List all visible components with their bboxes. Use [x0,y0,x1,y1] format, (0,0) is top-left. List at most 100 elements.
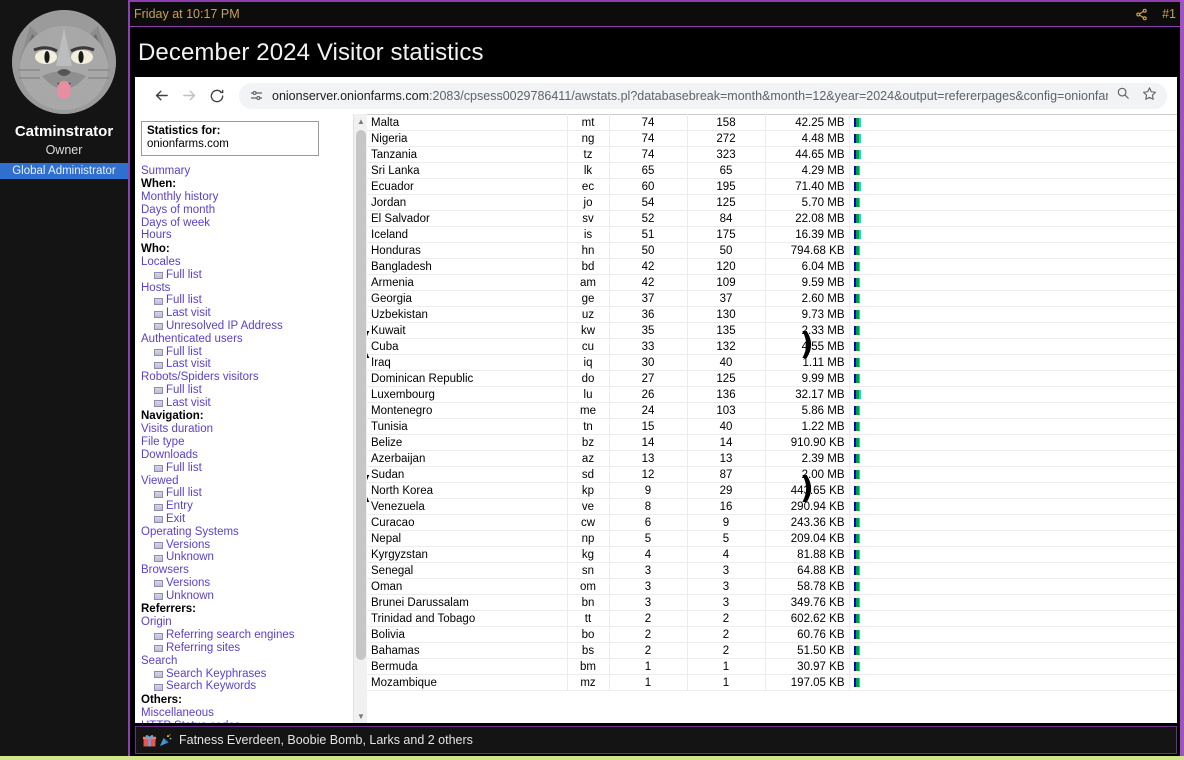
awstats-sidebar-scrollbar[interactable]: ▲ ▼ [353,114,367,723]
nav-link-unresolved-ip-address[interactable]: Unresolved IP Address [166,320,283,333]
avatar[interactable] [12,10,116,114]
reaction-names[interactable]: Fatness Everdeen, Boobie Bomb, Larks and… [179,733,473,747]
nav-subitem[interactable]: Unknown [141,552,353,565]
table-row: Malta mt 74 158 42.25 MB [367,114,1177,131]
star-icon[interactable] [1142,86,1157,106]
nav-link-full-list[interactable]: Full list [166,462,202,475]
country-name-cell: North Korea [367,482,568,499]
nav-subitem[interactable]: Search Keyphrases [141,668,353,681]
nav-subitem[interactable]: Full list [141,462,353,475]
scrollbar-thumb[interactable] [356,130,366,660]
hits-cell: 2 [687,642,766,659]
nav-link-exit[interactable]: Exit [166,513,185,526]
nav-subitem[interactable]: Versions [141,539,353,552]
nav-link-last-visit[interactable]: Last visit [166,359,211,371]
zoom-in-icon[interactable] [1116,86,1130,105]
nav-subitem[interactable]: Entry [141,500,353,514]
scroll-down-arrow-icon[interactable]: ▼ [354,709,368,723]
nav-subitem[interactable]: Exit [141,513,353,527]
share-icon[interactable] [1135,8,1148,21]
hits-cell: 136 [687,386,766,403]
pages-cell: 2 [609,642,688,659]
nav-subitem[interactable]: Unresolved IP Address [141,320,353,334]
url-text[interactable]: onionserver.onionfarms.com:2083/cpsess00… [272,89,1108,103]
nav-link-unknown[interactable]: Unknown [166,552,214,564]
nav-subitem[interactable]: Full list [141,295,353,308]
post-timestamp[interactable]: Friday at 10:17 PM [134,7,1135,21]
pages-cell: 5 [609,530,688,547]
nav-link-miscellaneous[interactable]: Miscellaneous [141,707,353,720]
nav-subitem[interactable]: Unknown [141,590,353,603]
hits-cell: 158 [687,114,766,131]
nav-link-full-list[interactable]: Full list [166,384,202,397]
nav-link-days-of-month[interactable]: Days of month [141,204,353,217]
nav-subitem[interactable]: Versions [141,577,353,591]
nav-link-operating-systems[interactable]: Operating Systems [141,526,353,539]
bar-cell [849,402,1177,419]
nav-link-search[interactable]: Search [141,655,353,668]
nav-subitem[interactable]: Last visit [141,359,353,372]
nav-link-summary[interactable]: Summary [141,165,353,178]
nav-link-downloads[interactable]: Downloads [141,449,353,463]
pages-cell: 13 [609,450,688,467]
nav-link-hosts[interactable]: Hosts [141,282,353,295]
site-settings-icon[interactable] [249,88,264,103]
country-name-cell: Ecuador [367,178,568,195]
country-code-cell: kg [567,546,610,563]
nav-link-referring-sites[interactable]: Referring sites [166,642,240,655]
nav-link-versions[interactable]: Versions [166,577,210,590]
nav-link-last-visit[interactable]: Last visit [166,397,211,410]
bandwidth-cell: 243.36 KB [765,514,850,531]
pages-cell: 14 [609,434,688,451]
back-arrow-icon[interactable] [147,82,175,110]
nav-link-full-list[interactable]: Full list [166,488,202,500]
nav-subitem[interactable]: Referring search engines [141,629,353,643]
nav-subitem[interactable]: Referring sites [141,642,353,655]
country-name-cell: Sri Lanka [367,162,568,179]
nav-subitem[interactable]: Full list [141,346,353,359]
country-code-cell: tz [567,146,610,163]
bar-segment [858,230,861,239]
nav-link-http-status-codes[interactable]: HTTP Status codes [141,720,353,723]
table-row: Luxembourg lu 26 136 32.17 MB [367,386,1177,403]
author-name[interactable]: Catminstrator [15,124,113,140]
nav-link-entry[interactable]: Entry [166,500,193,513]
forward-arrow-icon[interactable] [175,82,203,110]
nav-link-full-list[interactable]: Full list [166,295,202,307]
address-bar[interactable]: onionserver.onionfarms.com:2083/cpsess00… [239,82,1167,109]
nav-link-days-of-week[interactable]: Days of week [141,217,353,230]
nav-link-file-type[interactable]: File type [141,436,353,450]
nav-subitem[interactable]: Last visit [141,397,353,410]
nav-link-browsers[interactable]: Browsers [141,564,353,578]
hits-cell: 9 [687,514,766,531]
nav-link-visits-duration[interactable]: Visits duration [141,424,353,437]
nav-link-robots-spiders-visitors[interactable]: Robots/Spiders visitors [141,371,353,385]
nav-link-unknown[interactable]: Unknown [166,590,214,603]
scroll-up-arrow-icon[interactable]: ▲ [354,114,368,128]
nav-link-last-visit[interactable]: Last visit [166,307,211,320]
nav-subitem[interactable]: Last visit [141,307,353,321]
mini-bar-chart [853,405,1174,416]
nav-link-search-keywords[interactable]: Search Keywords [166,681,256,693]
nav-link-authenticated-users[interactable]: Authenticated users [141,333,353,346]
nav-subitem[interactable]: Search Keywords [141,681,353,694]
nav-link-versions[interactable]: Versions [166,539,210,552]
nav-link-full-list[interactable]: Full list [166,269,202,282]
nav-link-monthly-history[interactable]: Monthly history [141,191,353,205]
post-reactions-bar[interactable]: Fatness Everdeen, Boobie Bomb, Larks and… [135,726,1177,754]
nav-subitem[interactable]: Full list [141,269,353,282]
nav-link-origin[interactable]: Origin [141,617,353,630]
reload-icon[interactable] [203,82,231,110]
nav-link-referring-search-engines[interactable]: Referring search engines [166,629,295,642]
nav-subitem[interactable]: Full list [141,488,353,501]
bandwidth-cell: 349.76 KB [765,594,850,611]
bandwidth-cell: 30.97 KB [765,658,850,675]
reaction-emojis[interactable] [142,733,173,748]
nav-subitem[interactable]: Full list [141,384,353,398]
nav-link-hours[interactable]: Hours [141,230,353,243]
nav-link-full-list[interactable]: Full list [166,346,202,359]
nav-link-viewed[interactable]: Viewed [141,475,353,488]
nav-link-locales[interactable]: Locales [141,256,353,270]
nav-link-search-keyphrases[interactable]: Search Keyphrases [166,668,266,681]
post-number[interactable]: #1 [1162,7,1176,21]
